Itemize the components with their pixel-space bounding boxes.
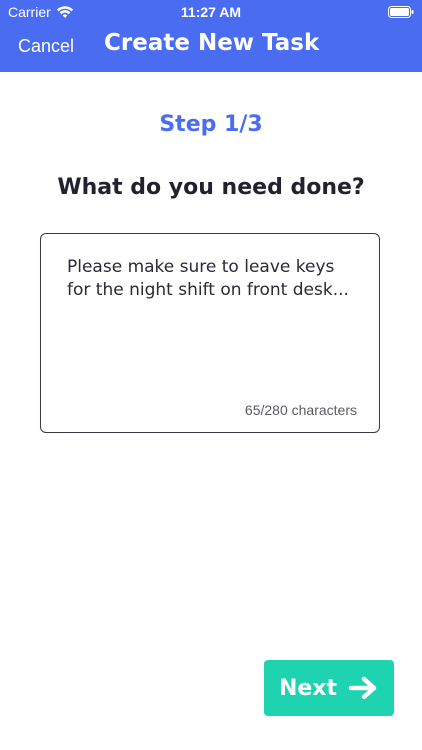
battery-icon xyxy=(388,5,414,18)
next-button-label: Next xyxy=(278,675,338,701)
cancel-button[interactable]: Cancel xyxy=(18,36,74,57)
status-bar: Carrier 11:27 AM xyxy=(0,0,422,24)
next-button[interactable]: Next xyxy=(264,660,394,716)
arrow-right-icon xyxy=(348,676,379,700)
character-counter: 65/280 characters xyxy=(244,402,357,418)
page-title: Create New Task xyxy=(104,30,320,56)
question-heading: What do you need done? xyxy=(57,175,365,200)
status-time: 11:27 AM xyxy=(180,4,242,20)
header: Carrier 11:27 AM Cancel Create New Task xyxy=(0,0,422,72)
step-indicator: Step 1/3 xyxy=(159,112,263,137)
task-description-text: Please make sure to leave keys for the n… xyxy=(67,257,349,300)
nav-bar: Cancel Create New Task xyxy=(0,28,422,68)
task-description-input[interactable]: Please make sure to leave keys for the n… xyxy=(40,233,380,433)
